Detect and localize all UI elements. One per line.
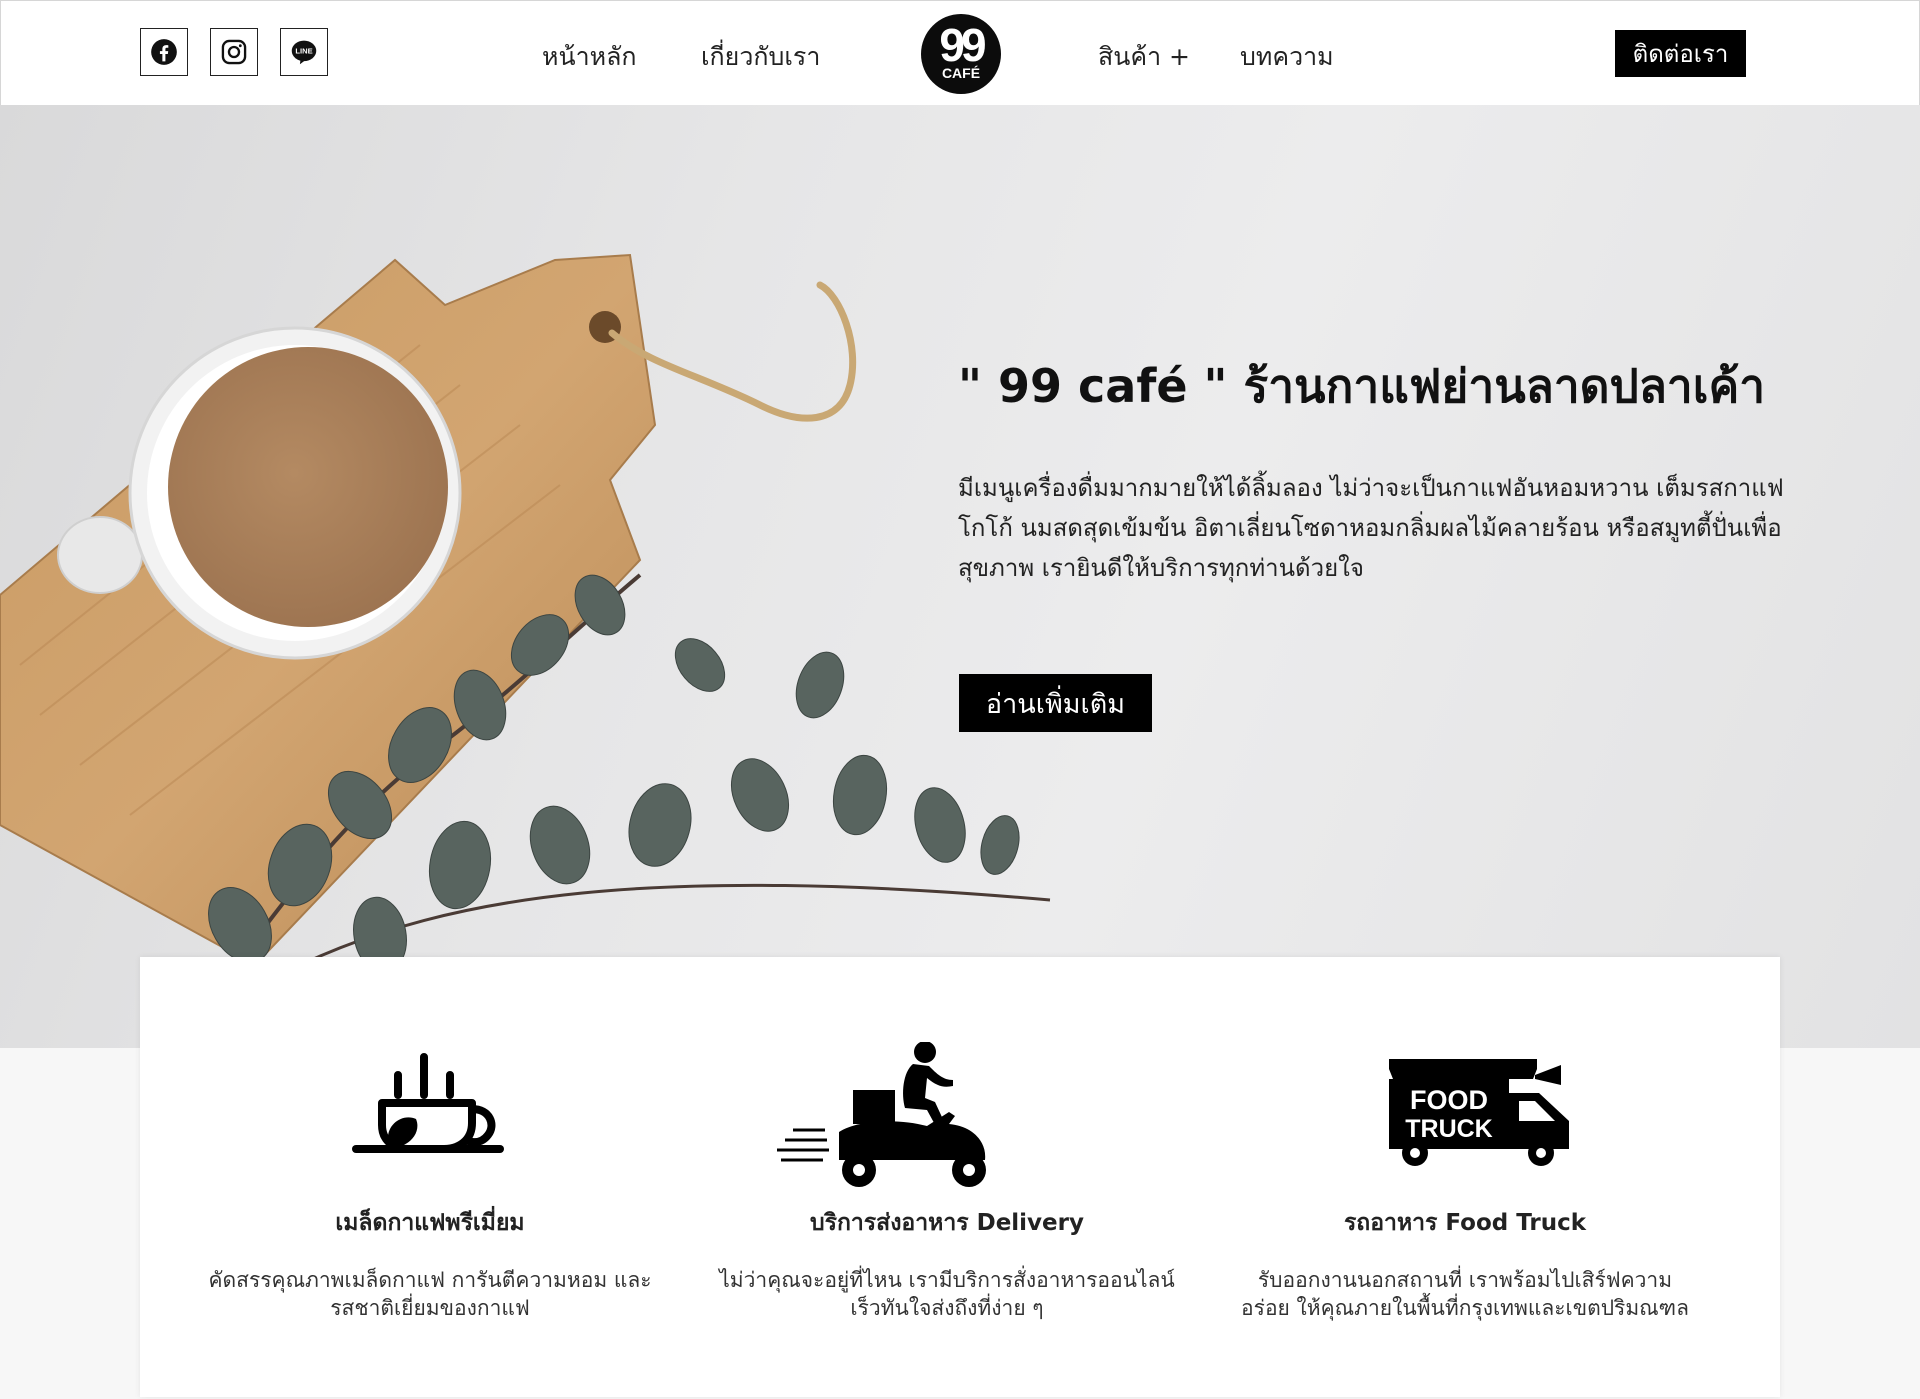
hero-title: " 99 café " ร้านกาแฟย่านลาดปลาเค้า (958, 359, 1766, 413)
features-section: เมล็ดกาแฟพรีเมี่ยม คัดสรรคุณภาพเมล็ดกาแฟ… (140, 957, 1780, 1397)
logo-word: CAFÉ (941, 65, 981, 81)
hero-description: มีเมนูเครื่องดื่มมากมายให้ได้ลิ้มลอง ไม่… (958, 474, 1784, 582)
delivery-scooter-icon (777, 1042, 986, 1187)
feature-title: บริการส่งอาหาร Delivery (810, 1210, 1084, 1236)
feature-text: ไม่ว่าคุณจะอยู่ที่ไหน เรามีบริการสั่งอาห… (719, 1268, 1175, 1320)
line-link[interactable]: LINE (280, 28, 328, 76)
nav-products[interactable]: สินค้า + (1098, 37, 1190, 77)
site-logo[interactable]: 99 CAFÉ (921, 14, 1001, 94)
facebook-link[interactable] (140, 28, 188, 76)
nav-about[interactable]: เกี่ยวกับเรา (701, 37, 820, 77)
food-truck-icon-text: FOOD (1410, 1085, 1488, 1115)
line-icon: LINE (291, 40, 317, 65)
logo-number: 99 (939, 19, 986, 71)
food-truck-icon: FOOD TRUCK (1389, 1059, 1569, 1166)
instagram-link[interactable] (210, 28, 258, 76)
food-truck-icon-text: TRUCK (1405, 1115, 1493, 1143)
hero-banner: " 99 café " ร้านกาแฟย่านลาดปลาเค้า มีเมน… (0, 105, 1920, 1048)
coffee-cup-icon (352, 1053, 504, 1153)
feature-title: เมล็ดกาแฟพรีเมี่ยม (335, 1210, 525, 1236)
facebook-icon (151, 39, 177, 65)
read-more-button[interactable]: อ่านเพิ่มเติม (959, 674, 1152, 732)
contact-button[interactable]: ติดต่อเรา (1615, 30, 1746, 77)
line-icon-text: LINE (295, 46, 312, 55)
feature-text: รับออกงานนอกสถานที่ เราพร้อมไปเสิร์ฟความ… (1241, 1268, 1689, 1320)
instagram-icon (221, 39, 247, 65)
feature-text: คัดสรรคุณภาพเมล็ดกาแฟ การันตีความหอม และ… (208, 1268, 652, 1320)
site-header: LINE หน้าหลัก เกี่ยวกับเรา 99 CAFÉ สินค้… (0, 0, 1920, 106)
nav-home[interactable]: หน้าหลัก (542, 37, 637, 77)
feature-title: รถอาหาร Food Truck (1343, 1210, 1587, 1236)
nav-articles[interactable]: บทความ (1240, 37, 1334, 77)
